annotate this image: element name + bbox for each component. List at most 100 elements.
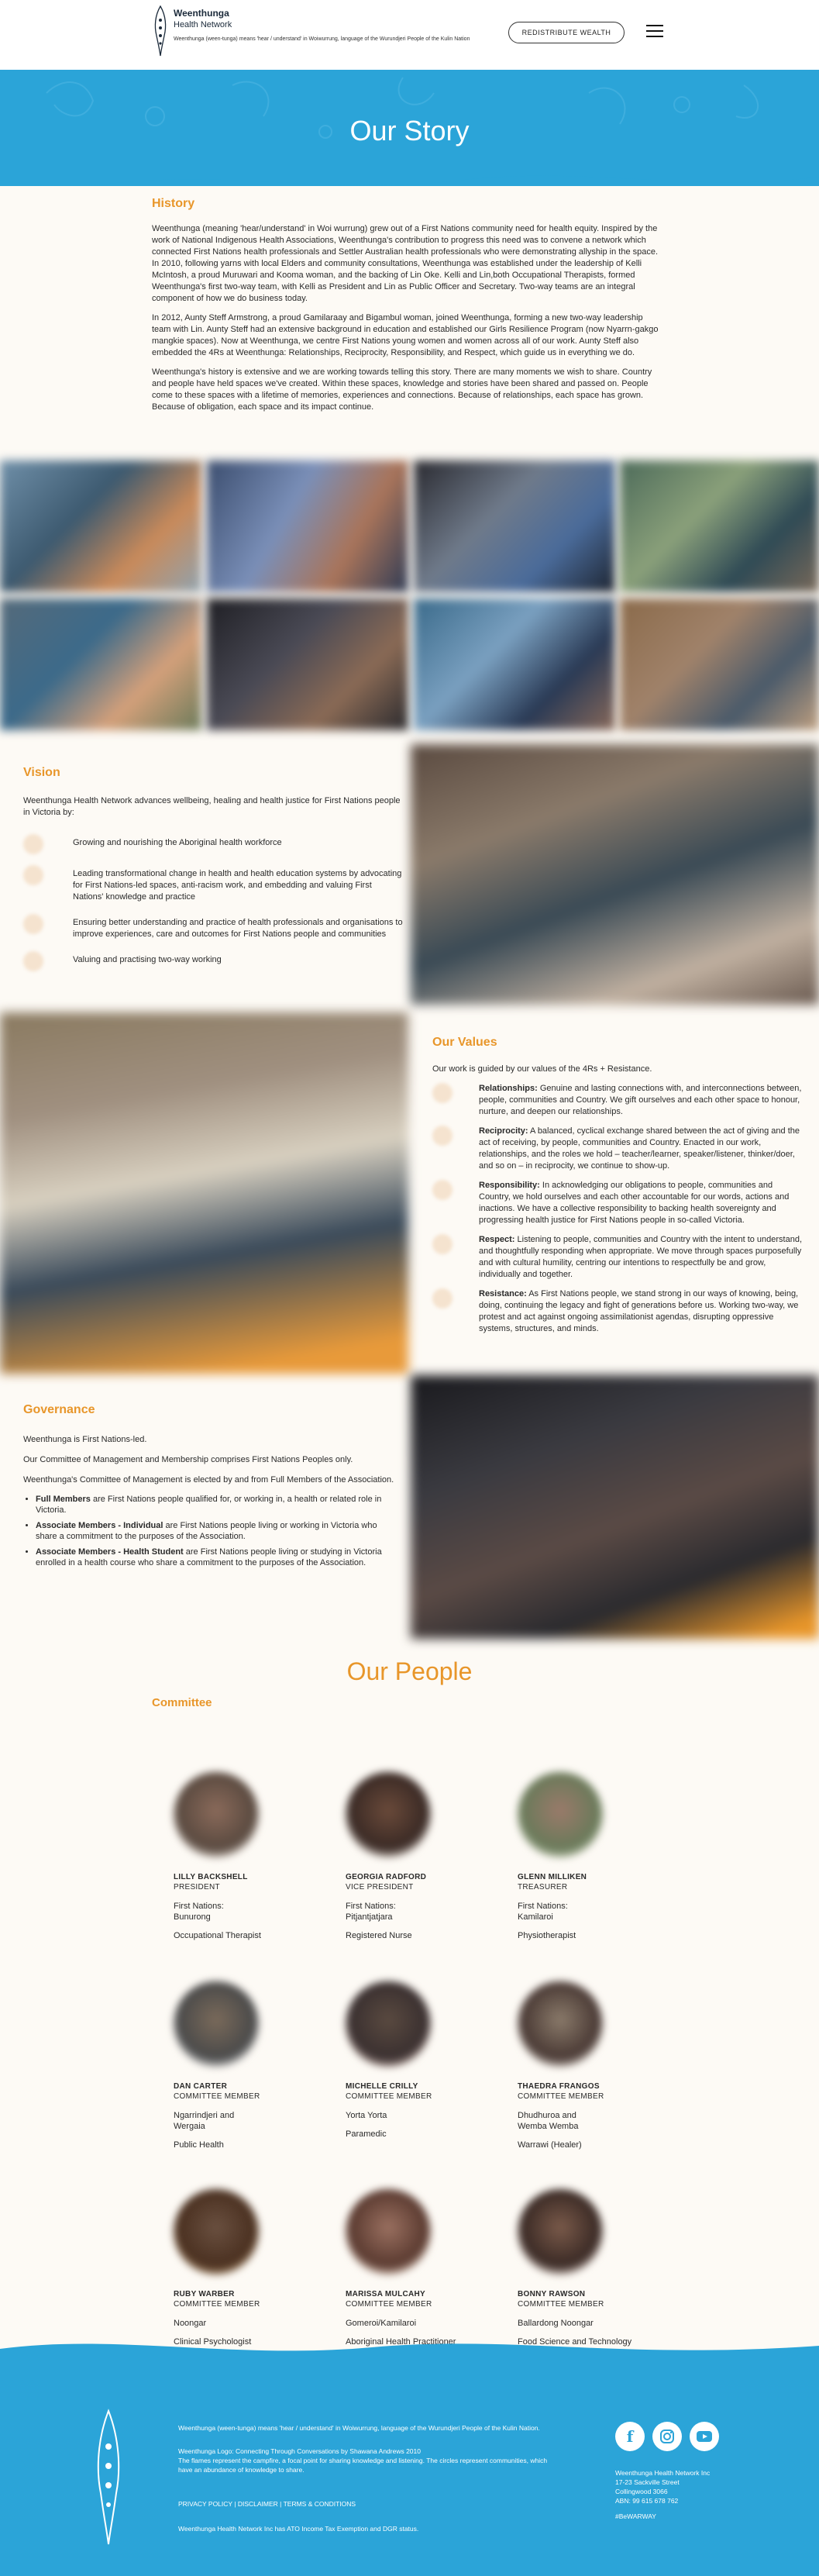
committee-member-card: GEORGIA RADFORD VICE PRESIDENT First Natio… — [346, 1772, 516, 1941]
value-bullet-icon — [432, 1288, 453, 1309]
membership-term: Associate Members - Individual — [36, 1521, 163, 1530]
photo-tile — [0, 460, 201, 592]
value-description: As First Nations people, we stand strong… — [479, 1289, 799, 1333]
committee-member-card: THAEDRA FRANGOS COMMITTEE MEMBER Dhudhuroa… — [518, 1981, 688, 2150]
values-heading: Our Values — [432, 1036, 497, 1049]
logo-name: Weenthunga — [174, 8, 229, 19]
page: Weenthunga Health Network Weenthunga (we… — [0, 0, 819, 2576]
vision-intro: Weenthunga Health Network advances wellb… — [23, 796, 401, 817]
committee-member-card: RUBY WARBER COMMITTEE MEMBER Noongar Clinic… — [174, 2189, 344, 2347]
member-role: COMMITTEE MEMBER — [518, 2092, 604, 2101]
footer-org-name: Weenthunga Health Network Inc — [615, 2469, 711, 2477]
member-profession: Paramedic — [346, 2129, 387, 2139]
value-bullet-icon — [432, 1234, 453, 1254]
avatar — [518, 2189, 603, 2274]
value-item-text: Respect: Listening to people, communitie… — [479, 1234, 803, 1281]
value-bullet-icon — [432, 1126, 453, 1146]
value-term: Resistance: — [479, 1289, 527, 1298]
member-nation: First Nations: Kamilaroi — [518, 1902, 568, 1922]
avatar — [346, 1772, 431, 1857]
member-profession: Public Health — [174, 2140, 224, 2150]
member-nation: Yorta Yorta — [346, 2111, 387, 2120]
governance-heading: Governance — [23, 1403, 95, 1416]
history-paragraph: Weenthunga's history is extensive and we… — [152, 367, 652, 412]
membership-term: Associate Members - Health Student — [36, 1547, 184, 1557]
vision-item-text: Leading transformational change in healt… — [73, 869, 402, 902]
avatar — [518, 1981, 603, 2067]
member-name: RUBY WARBER — [174, 2290, 235, 2298]
values-photo — [0, 1012, 408, 1374]
member-nation: First Nations: Pitjantjatjara — [346, 1902, 396, 1922]
member-nation: Ngarrindjeri and Wergaia — [174, 2111, 235, 2131]
footer-abn: ABN: 99 615 678 762 — [615, 2497, 679, 2505]
member-role: COMMITTEE MEMBER — [174, 2300, 260, 2309]
value-term: Reciprocity: — [479, 1126, 528, 1136]
value-item: Respect: Listening to people, communitie… — [432, 1234, 803, 1281]
logo-subtitle: Health Network — [174, 20, 232, 29]
vision-photo — [411, 744, 819, 1005]
values-section: Our Values Our work is guided by our val… — [432, 1036, 803, 1335]
avatar — [174, 1772, 259, 1857]
value-term: Respect: — [479, 1235, 515, 1244]
vision-item: Ensuring better understanding and practi… — [23, 914, 403, 940]
site-logo[interactable]: Weenthunga Health Network Weenthunga (we… — [152, 5, 470, 57]
governance-photo — [411, 1375, 819, 1639]
footer-legal-links[interactable]: PRIVACY POLICY | DISCLAIMER | TERMS & CO… — [178, 2499, 550, 2509]
member-role: COMMITTEE MEMBER — [518, 2300, 604, 2309]
membership-term: Full Members — [36, 1495, 91, 1504]
vision-item-text: Ensuring better understanding and practi… — [73, 918, 403, 939]
committee-member-card: DAN CARTER COMMITTEE MEMBER Ngarrindjeri a… — [174, 1981, 344, 2150]
member-name: BONNY RAWSON — [518, 2290, 586, 2298]
member-role: VICE PRESIDENT — [346, 1883, 414, 1891]
member-name: GEORGIA RADFORD — [346, 1873, 427, 1881]
photo-grid — [0, 460, 819, 732]
member-role: COMMITTEE MEMBER — [346, 2300, 432, 2309]
facebook-icon[interactable]: f — [615, 2422, 645, 2451]
feather-logo-icon — [154, 5, 167, 57]
governance-paragraph: Weenthunga's Committee of Management is … — [23, 1475, 394, 1485]
youtube-icon[interactable] — [690, 2422, 719, 2451]
footer-address-line: 17-23 Sackville Street — [615, 2478, 680, 2486]
vision-bullet-icon — [23, 914, 43, 934]
vision-item: Growing and nourishing the Aboriginal he… — [23, 834, 403, 854]
membership-item: Associate Members - Individual are First… — [36, 1520, 395, 1542]
redistribute-wealth-button[interactable]: REDISTRIBUTE WEALTH — [508, 22, 625, 43]
committee-member-card: MARISSA MULCAHY COMMITTEE MEMBER Gomeroi/K… — [346, 2189, 516, 2347]
photo-tile — [414, 460, 615, 592]
photo-tile — [0, 598, 201, 730]
avatar — [346, 1981, 431, 2067]
values-intro: Our work is guided by our values of the … — [432, 1064, 652, 1074]
value-term: Responsibility: — [479, 1181, 540, 1190]
value-term: Relationships: — [479, 1084, 538, 1093]
instagram-icon[interactable] — [652, 2422, 682, 2451]
site-header: Weenthunga Health Network Weenthunga (we… — [0, 0, 819, 70]
photo-tile — [207, 460, 408, 592]
hamburger-menu-icon[interactable] — [646, 25, 663, 39]
vision-section: Vision Weenthunga Health Network advance… — [23, 766, 403, 982]
photo-tile — [620, 460, 819, 592]
member-profession: Occupational Therapist — [174, 1931, 261, 1940]
vision-bullet-icon — [23, 834, 43, 854]
page-title: Our Story — [349, 115, 470, 147]
vision-item-text: Valuing and practising two-way working — [73, 955, 222, 964]
member-name: MICHELLE CRILLY — [346, 2082, 418, 2091]
committee-member-card: GLENN MILLIKEN TREASURER First Nations: Ka… — [518, 1772, 688, 1941]
history-paragraph: In 2012, Aunty Steff Armstrong, a proud … — [152, 313, 659, 357]
governance-paragraph: Our Committee of Management and Membersh… — [23, 1455, 353, 1464]
value-item-text: Resistance: As First Nations people, we … — [479, 1288, 803, 1335]
membership-item: Full Members are First Nations people qu… — [36, 1494, 395, 1516]
feather-logo-icon — [97, 2409, 120, 2545]
footer-logo-credit: Weenthunga Logo: Connecting Through Conv… — [178, 2447, 421, 2455]
member-role: COMMITTEE MEMBER — [174, 2092, 260, 2101]
member-profession: Registered Nurse — [346, 1931, 412, 1940]
member-role: COMMITTEE MEMBER — [346, 2092, 432, 2101]
avatar — [174, 1981, 259, 2067]
member-profession: Physiotherapist — [518, 1931, 576, 1940]
vision-item: Valuing and practising two-way working — [23, 951, 403, 971]
footer-hashtag[interactable]: #BeWARWAY — [615, 2512, 656, 2521]
member-name: MARISSA MULCAHY — [346, 2290, 426, 2298]
history-paragraph: Weenthunga (meaning 'hear/understand' in… — [152, 224, 659, 303]
photo-tile — [414, 598, 615, 730]
avatar — [174, 2189, 259, 2274]
member-name: GLENN MILLIKEN — [518, 1873, 587, 1881]
